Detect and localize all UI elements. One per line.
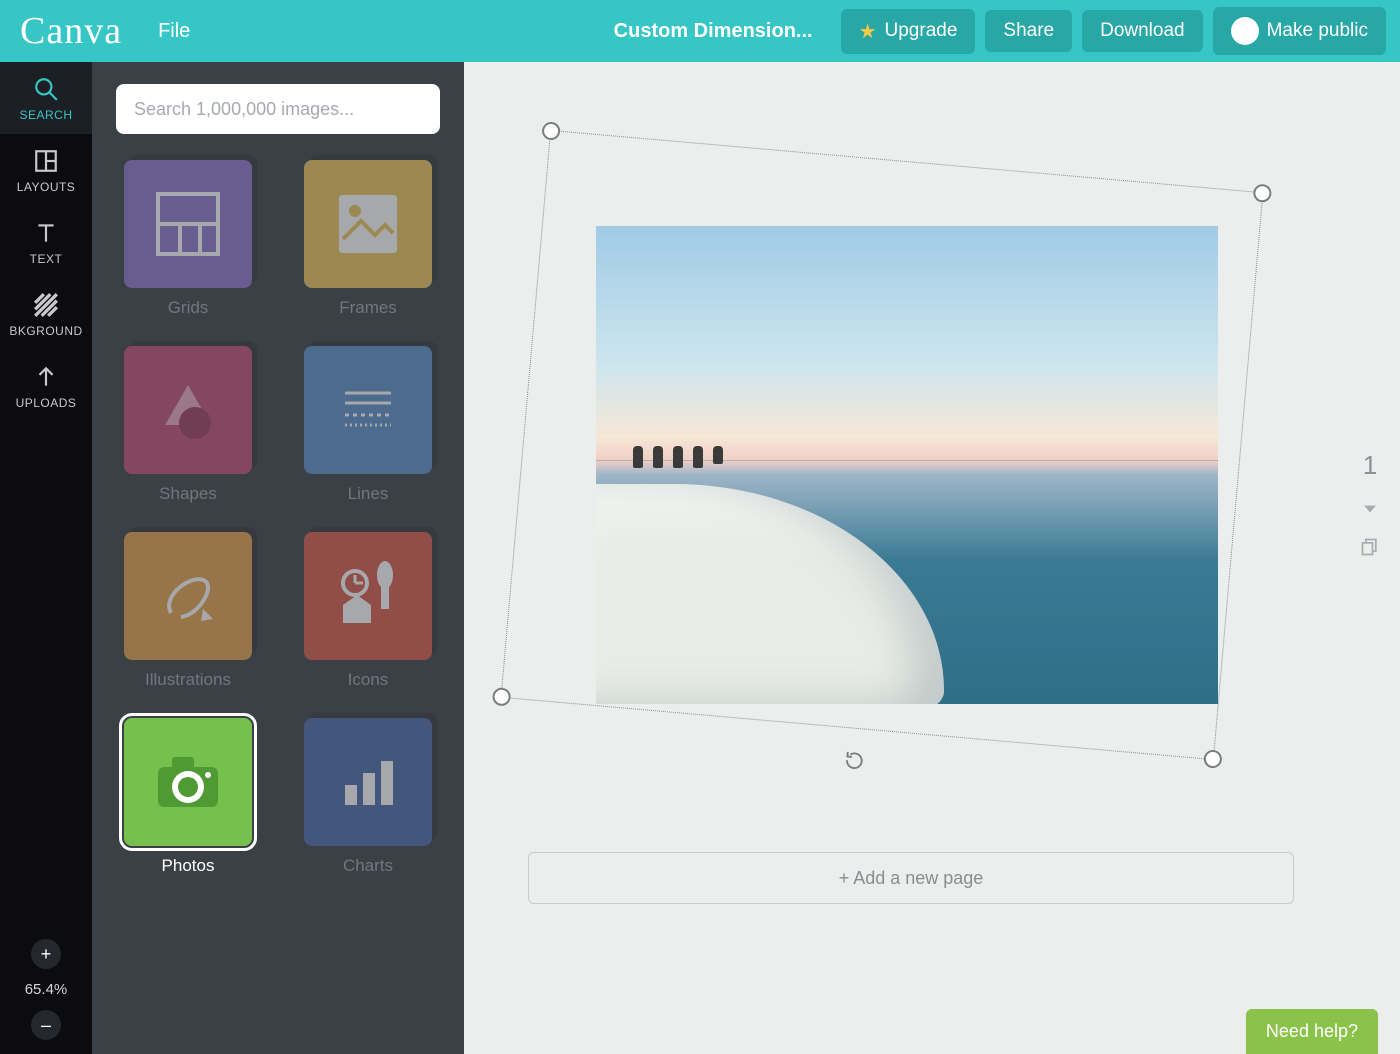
category-label: Lines xyxy=(348,484,389,504)
category-label: Icons xyxy=(348,670,389,690)
add-page-button[interactable]: + Add a new page xyxy=(528,852,1294,904)
make-public-label: Make public xyxy=(1267,20,1368,42)
category-label: Grids xyxy=(168,298,209,318)
file-menu[interactable]: File xyxy=(158,20,190,43)
upgrade-label: Upgrade xyxy=(885,20,958,42)
category-label: Charts xyxy=(343,856,393,876)
category-label: Illustrations xyxy=(145,670,231,690)
app-header: Canva File Custom Dimension... ★ Upgrade… xyxy=(0,0,1400,62)
upload-icon xyxy=(33,364,59,390)
category-charts[interactable]: Charts xyxy=(296,718,440,876)
rail-item-text[interactable]: TEXT xyxy=(0,206,92,278)
category-icons[interactable]: Icons xyxy=(296,532,440,690)
resize-handle-tr[interactable] xyxy=(1253,183,1273,203)
category-label: Shapes xyxy=(159,484,217,504)
resize-handle-tl[interactable] xyxy=(541,121,561,141)
rail-label: TEXT xyxy=(30,252,63,266)
search-input[interactable] xyxy=(116,84,440,134)
rail-label: UPLOADS xyxy=(16,396,77,410)
copy-page-icon[interactable] xyxy=(1360,537,1380,557)
category-label: Photos xyxy=(162,856,215,876)
page-number: 1 xyxy=(1363,450,1377,481)
rail-item-bkground[interactable]: BKGROUND xyxy=(0,278,92,350)
shapes-icon xyxy=(153,375,223,445)
rail-label: SEARCH xyxy=(19,108,72,122)
make-public-button[interactable]: Make public xyxy=(1213,7,1386,55)
sidebar-rail: SEARCH LAYOUTS TEXT BKGROUND UPLOADS + 6… xyxy=(0,62,92,1054)
frames-icon xyxy=(335,191,401,257)
category-label: Frames xyxy=(339,298,397,318)
canvas-image[interactable] xyxy=(596,226,1218,704)
illustrations-icon xyxy=(153,561,223,631)
icons-icon xyxy=(333,561,403,631)
rail-label: LAYOUTS xyxy=(17,180,76,194)
add-page-label: + Add a new page xyxy=(839,868,984,889)
category-frames[interactable]: Frames xyxy=(296,160,440,318)
star-icon: ★ xyxy=(859,19,877,44)
zoom-in-button[interactable]: + xyxy=(31,939,61,969)
text-icon xyxy=(33,220,59,246)
lines-icon xyxy=(333,375,403,445)
rotate-handle[interactable] xyxy=(842,749,866,773)
category-grids[interactable]: Grids xyxy=(116,160,260,318)
category-lines[interactable]: Lines xyxy=(296,346,440,504)
help-button[interactable]: Need help? xyxy=(1246,1009,1378,1054)
category-photos[interactable]: Photos xyxy=(116,718,260,876)
rail-item-layouts[interactable]: LAYOUTS xyxy=(0,134,92,206)
chevron-down-icon[interactable] xyxy=(1360,499,1380,519)
logo: Canva xyxy=(20,9,122,53)
rotate-icon xyxy=(842,749,866,773)
rail-item-search[interactable]: SEARCH xyxy=(0,62,92,134)
canvas-area[interactable]: + Add a new page 1 Need help? xyxy=(464,62,1400,1054)
grids-icon xyxy=(153,189,223,259)
share-button[interactable]: Share xyxy=(985,10,1072,52)
upgrade-button[interactable]: ★ Upgrade xyxy=(841,9,976,54)
charts-icon xyxy=(333,747,403,817)
layouts-icon xyxy=(33,148,59,174)
rail-item-uploads[interactable]: UPLOADS xyxy=(0,350,92,422)
zoom-out-button[interactable]: – xyxy=(31,1010,61,1040)
document-title[interactable]: Custom Dimension... xyxy=(614,20,813,43)
zoom-value: 65.4% xyxy=(25,981,68,998)
help-label: Need help? xyxy=(1266,1021,1358,1041)
category-illustrations[interactable]: Illustrations xyxy=(116,532,260,690)
camera-icon xyxy=(148,747,228,817)
resize-handle-br[interactable] xyxy=(1203,749,1223,769)
avatar xyxy=(1231,17,1259,45)
search-icon xyxy=(33,76,59,102)
page-indicator: 1 xyxy=(1360,450,1380,557)
background-icon xyxy=(33,292,59,318)
resize-handle-bl[interactable] xyxy=(492,687,512,707)
rail-label: BKGROUND xyxy=(9,324,82,338)
download-button[interactable]: Download xyxy=(1082,10,1203,52)
asset-panel: Grids Frames Shapes Lines Illustrations … xyxy=(92,62,464,1054)
category-shapes[interactable]: Shapes xyxy=(116,346,260,504)
